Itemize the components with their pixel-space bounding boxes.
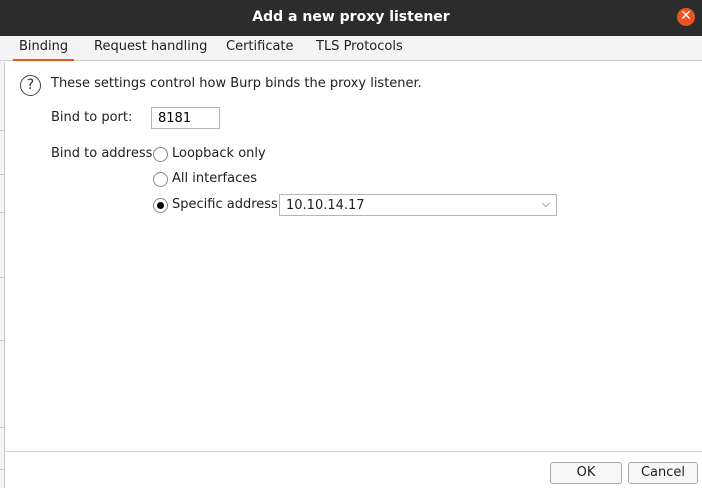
close-icon[interactable]: ✕ xyxy=(677,8,695,26)
loopback-only-radio[interactable] xyxy=(153,147,168,162)
tab-tls-protocols[interactable]: TLS Protocols xyxy=(310,39,409,61)
specific-address-value: 10.10.14.17 xyxy=(286,198,365,213)
chevron-down-icon: ⌵ xyxy=(541,197,550,210)
footer-divider xyxy=(5,451,702,452)
title-bar: Add a new proxy listener ✕ xyxy=(0,0,702,36)
specific-address-radio[interactable] xyxy=(153,198,168,213)
binding-info-text: These settings control how Burp binds th… xyxy=(51,76,422,91)
dialog-title: Add a new proxy listener xyxy=(252,9,450,25)
tab-certificate[interactable]: Certificate xyxy=(220,39,300,61)
bind-port-label: Bind to port: xyxy=(51,110,133,125)
bind-address-label: Bind to address: xyxy=(51,146,157,161)
cancel-button[interactable]: Cancel xyxy=(628,462,698,484)
all-interfaces-radio[interactable] xyxy=(153,172,168,187)
ok-button[interactable]: OK xyxy=(550,462,622,484)
tab-bar: Binding Request handling Certificate TLS… xyxy=(0,36,702,61)
bind-port-input[interactable] xyxy=(151,107,220,129)
loopback-only-label[interactable]: Loopback only xyxy=(172,146,266,161)
tab-binding[interactable]: Binding xyxy=(13,39,75,61)
tab-request-handling[interactable]: Request handling xyxy=(88,39,213,61)
help-icon[interactable]: ? xyxy=(20,75,41,96)
background-window-edge xyxy=(0,62,5,488)
all-interfaces-label[interactable]: All interfaces xyxy=(172,171,257,186)
specific-address-label[interactable]: Specific address: xyxy=(172,197,282,212)
specific-address-select[interactable]: 10.10.14.17 ⌵ xyxy=(279,194,557,216)
